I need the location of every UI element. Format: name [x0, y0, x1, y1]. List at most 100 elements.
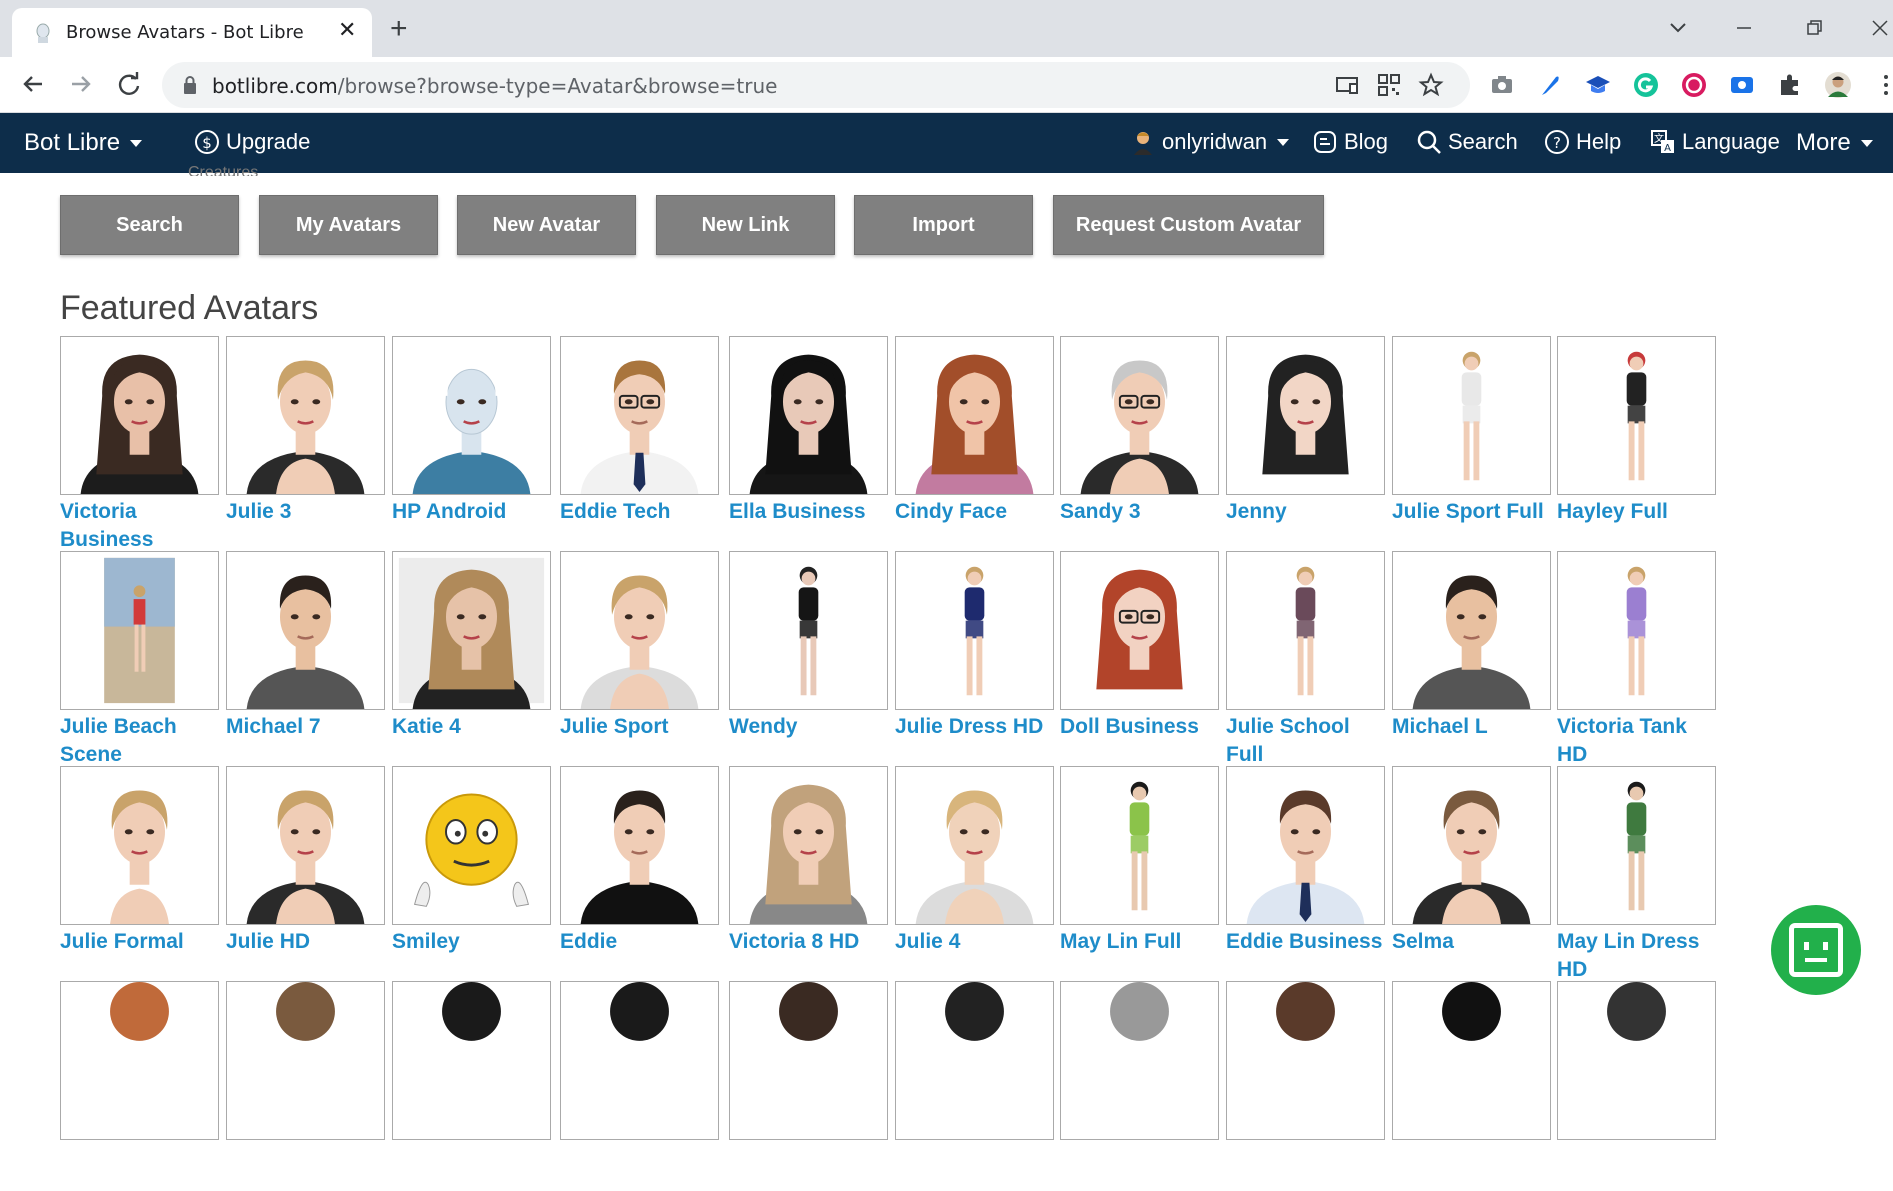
reload-icon[interactable]	[114, 69, 144, 99]
avatar-thumbnail[interactable]	[729, 981, 888, 1140]
browser-menu-icon[interactable]	[1872, 71, 1893, 99]
avatar-name-link[interactable]: Julie Dress HD	[895, 713, 1061, 741]
screen-recorder-extension-icon[interactable]	[1728, 71, 1756, 99]
avatar-card[interactable]	[729, 981, 895, 1191]
avatar-card[interactable]: Eddie Business	[1226, 766, 1392, 976]
avatar-thumbnail[interactable]	[1392, 981, 1551, 1140]
avatar-card[interactable]	[1557, 981, 1723, 1191]
avatar-name-link[interactable]: Eddie	[560, 928, 726, 956]
new-link-button[interactable]: New Link	[656, 195, 835, 255]
minimize-icon[interactable]	[1730, 14, 1758, 42]
avatar-card[interactable]: Doll Business	[1060, 551, 1226, 761]
avatar-name-link[interactable]: Victoria 8 HD	[729, 928, 895, 956]
avatar-name-link[interactable]: Julie School Full	[1226, 713, 1392, 769]
search-button[interactable]: Search	[60, 195, 239, 255]
avatar-card[interactable]: HP Android	[392, 336, 558, 546]
nav-brand-menu[interactable]: Bot Libre	[24, 129, 143, 157]
avatar-card[interactable]: Julie 3	[226, 336, 392, 546]
meter-extension-icon[interactable]	[1680, 71, 1708, 99]
avatar-card[interactable]: Cindy Face	[895, 336, 1061, 546]
avatar-thumbnail[interactable]	[729, 766, 888, 925]
avatar-card[interactable]: Selma	[1392, 766, 1558, 976]
avatar-thumbnail[interactable]	[1392, 551, 1551, 710]
avatar-name-link[interactable]: Doll Business	[1060, 713, 1226, 741]
avatar-name-link[interactable]: May Lin Full	[1060, 928, 1226, 956]
extensions-puzzle-icon[interactable]	[1776, 71, 1804, 99]
nav-user-menu[interactable]: onlyridwan	[1130, 129, 1290, 155]
avatar-name-link[interactable]: HP Android	[392, 498, 558, 526]
avatar-thumbnail[interactable]	[895, 981, 1054, 1140]
avatar-card[interactable]: May Lin Full	[1060, 766, 1226, 976]
avatar-name-link[interactable]: Julie Beach Scene	[60, 713, 226, 769]
avatar-card[interactable]: Victoria Business	[60, 336, 226, 551]
avatar-thumbnail[interactable]	[226, 981, 385, 1140]
nav-more-menu[interactable]: More	[1796, 129, 1873, 157]
avatar-name-link[interactable]: Victoria Tank HD	[1557, 713, 1723, 769]
avatar-card[interactable]	[560, 981, 726, 1191]
avatar-thumbnail[interactable]	[1392, 336, 1551, 495]
nav-language[interactable]: 文A Language	[1650, 129, 1780, 155]
avatar-name-link[interactable]: Wendy	[729, 713, 895, 741]
avatar-name-link[interactable]: Selma	[1392, 928, 1558, 956]
avatar-thumbnail[interactable]	[60, 551, 219, 710]
avatar-thumbnail[interactable]	[226, 551, 385, 710]
avatar-card[interactable]	[392, 981, 558, 1191]
avatar-thumbnail[interactable]	[226, 766, 385, 925]
avatar-thumbnail[interactable]	[60, 981, 219, 1140]
avatar-thumbnail[interactable]	[560, 981, 719, 1140]
avatar-thumbnail[interactable]	[392, 981, 551, 1140]
avatar-thumbnail[interactable]	[895, 551, 1054, 710]
avatar-name-link[interactable]: Julie 4	[895, 928, 1061, 956]
avatar-card[interactable]: Sandy 3	[1060, 336, 1226, 546]
browser-tab[interactable]: Browse Avatars - Bot Libre ✕	[12, 8, 372, 57]
avatar-card[interactable]: Eddie Tech	[560, 336, 726, 546]
forward-arrow-icon[interactable]	[66, 69, 96, 99]
avatar-name-link[interactable]: Julie Formal	[60, 928, 226, 956]
restore-icon[interactable]	[1800, 14, 1828, 42]
avatar-name-link[interactable]: Michael 7	[226, 713, 392, 741]
avatar-card[interactable]: Hayley Full	[1557, 336, 1723, 546]
avatar-thumbnail[interactable]	[560, 766, 719, 925]
avatar-card[interactable]: Victoria Tank HD	[1557, 551, 1723, 766]
avatar-thumbnail[interactable]	[1226, 766, 1385, 925]
avatar-name-link[interactable]: Smiley	[392, 928, 558, 956]
my-avatars-button[interactable]: My Avatars	[259, 195, 438, 255]
avatar-thumbnail[interactable]	[60, 766, 219, 925]
avatar-name-link[interactable]: Jenny	[1226, 498, 1392, 526]
avatar-card[interactable]: Julie 4	[895, 766, 1061, 976]
avatar-card[interactable]: Michael L	[1392, 551, 1558, 761]
avatar-thumbnail[interactable]	[729, 336, 888, 495]
avatar-name-link[interactable]: Julie Sport Full	[1392, 498, 1558, 526]
feather-extension-icon[interactable]	[1536, 71, 1564, 99]
lock-icon[interactable]	[182, 75, 198, 95]
avatar-card[interactable]	[1060, 981, 1226, 1191]
address-bar[interactable]: botlibre.com/browse?browse-type=Avatar&b…	[162, 62, 1470, 108]
avatar-thumbnail[interactable]	[1226, 551, 1385, 710]
avatar-card[interactable]: Eddie	[560, 766, 726, 976]
avatar-thumbnail[interactable]	[895, 336, 1054, 495]
avatar-thumbnail[interactable]	[1392, 766, 1551, 925]
close-tab-icon[interactable]: ✕	[338, 18, 356, 43]
avatar-thumbnail[interactable]	[392, 551, 551, 710]
avatar-name-link[interactable]: Julie Sport	[560, 713, 726, 741]
profile-avatar-icon[interactable]	[1824, 71, 1852, 99]
avatar-name-link[interactable]: Katie 4	[392, 713, 558, 741]
avatar-card[interactable]: Victoria 8 HD	[729, 766, 895, 976]
nav-help[interactable]: ? Help	[1544, 129, 1621, 155]
avatar-card[interactable]	[226, 981, 392, 1191]
avatar-name-link[interactable]: Hayley Full	[1557, 498, 1723, 526]
avatar-thumbnail[interactable]	[895, 766, 1054, 925]
nav-upgrade[interactable]: $ Upgrade	[194, 129, 310, 155]
avatar-thumbnail[interactable]	[560, 551, 719, 710]
request-custom-avatar-button[interactable]: Request Custom Avatar	[1053, 195, 1324, 255]
avatar-name-link[interactable]: Eddie Business	[1226, 928, 1392, 956]
import-button[interactable]: Import	[854, 195, 1033, 255]
avatar-name-link[interactable]: Michael L	[1392, 713, 1558, 741]
avatar-card[interactable]: Michael 7	[226, 551, 392, 761]
avatar-thumbnail[interactable]	[392, 336, 551, 495]
avatar-card[interactable]: Jenny	[1226, 336, 1392, 546]
new-tab-icon[interactable]: +	[390, 14, 408, 44]
avatar-thumbnail[interactable]	[1557, 766, 1716, 925]
close-window-icon[interactable]	[1866, 14, 1893, 42]
avatar-card[interactable]	[60, 981, 226, 1191]
